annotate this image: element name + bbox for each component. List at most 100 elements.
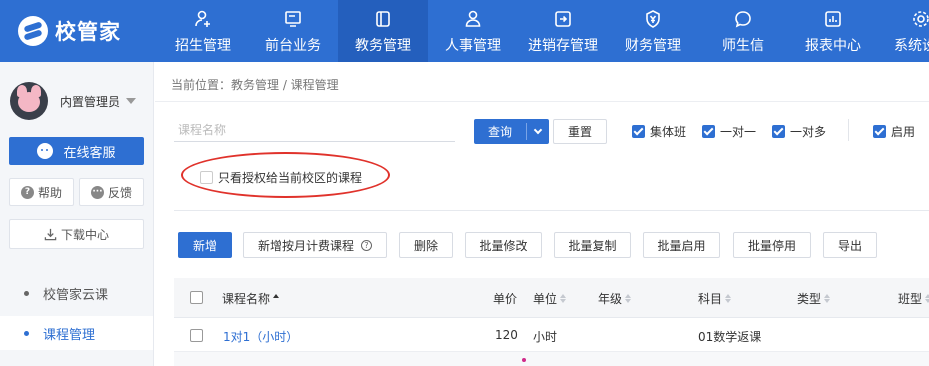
column-header-subject[interactable]: 科目 (698, 290, 732, 307)
nav-label: 进销存管理 (528, 38, 598, 54)
divider (848, 119, 849, 141)
sort-icon (925, 294, 929, 303)
download-icon (44, 228, 57, 240)
monitor-icon (282, 8, 304, 30)
chat-icon (37, 143, 54, 159)
nav-item-inventory[interactable]: 进销存管理 (518, 0, 608, 62)
reset-button[interactable]: 重置 (553, 119, 607, 144)
checkbox-checked-icon[interactable] (772, 125, 785, 138)
cell-subject: 01数学返课 (698, 330, 762, 344)
table-row: 1对1（小时） 120 小时 01数学返课 (174, 318, 929, 352)
batch-disable-button[interactable]: 批量停用 (733, 232, 811, 258)
avatar (10, 82, 48, 120)
add-monthly-course-button[interactable]: 新增按月计费课程 ? (243, 232, 387, 258)
user-menu[interactable]: 内置管理员 (10, 82, 137, 120)
nav-item-front-desk[interactable]: 前台业务 (248, 0, 338, 62)
batch-enable-button[interactable]: 批量启用 (643, 232, 720, 258)
app-logo[interactable]: 校管家 (18, 16, 121, 46)
box-arrow-icon (552, 8, 574, 30)
cell-unit: 小时 (533, 330, 558, 344)
batch-edit-button[interactable]: 批量修改 (465, 232, 542, 258)
sort-icon (560, 294, 567, 303)
logo-mark-icon (18, 16, 48, 46)
column-header-name[interactable]: 课程名称 (222, 290, 280, 307)
user-name: 内置管理员 (60, 94, 121, 109)
person-plus-icon (192, 8, 214, 30)
nav-item-messaging[interactable]: 师生信 (698, 0, 788, 62)
sidebar-item-label: 校管家云课 (43, 287, 109, 303)
nav-item-hr[interactable]: 人事管理 (428, 0, 518, 62)
course-name-link[interactable]: 1对1（小时） (223, 328, 298, 345)
column-header-unit[interactable]: 单位 (533, 290, 567, 307)
checkbox-enabled[interactable]: 启用 (873, 123, 915, 140)
breadcrumb: 当前位置：教务管理 / 课程管理 (171, 78, 339, 92)
checkbox-label: 启用 (891, 125, 916, 139)
sidebar: 内置管理员 在线客服 ? 帮助 ··· 反馈 下载中心 校管家云课 课程管理 (0, 62, 154, 366)
table-header: 课程名称 单价 单位 年级 科目 类型 班型 (174, 278, 929, 318)
sort-icon (625, 294, 632, 303)
sort-icon (725, 294, 732, 303)
book-icon (372, 8, 394, 30)
download-center-button[interactable]: 下载中心 (9, 219, 144, 249)
row-checkbox[interactable] (190, 329, 203, 342)
column-header-class-type[interactable]: 班型 (898, 290, 929, 307)
top-nav: 校管家 招生管理 前台业务 教务管理 人事管理 进销存管理 财务管理 师生信 报… (0, 0, 929, 62)
checkbox-group-class[interactable]: 集体班 (632, 123, 686, 140)
help-label: 帮助 (37, 185, 62, 200)
column-header-grade[interactable]: 年级 (598, 290, 632, 307)
bullet-icon (24, 330, 29, 336)
annotation-ellipse (181, 152, 390, 198)
download-center-label: 下载中心 (60, 227, 109, 242)
query-button[interactable]: 查询 (474, 119, 549, 144)
person-icon (462, 8, 484, 30)
yen-shield-icon (642, 8, 664, 30)
nav-item-enrollment[interactable]: 招生管理 (158, 0, 248, 62)
nav-label: 招生管理 (175, 38, 231, 54)
query-label: 查询 (487, 125, 512, 139)
feedback-label: 反馈 (107, 185, 132, 200)
column-header-price: 单价 (493, 292, 518, 306)
cell-price: 120 (495, 328, 518, 342)
checkbox-label: 一对一 (720, 125, 757, 139)
help-circle-icon[interactable]: ? (361, 239, 372, 251)
sort-icon (824, 294, 831, 303)
chevron-down-icon (533, 125, 543, 135)
table-row (174, 352, 929, 366)
sidebar-item-course-management[interactable]: 课程管理 (0, 316, 153, 350)
sort-icon (273, 294, 280, 303)
add-button[interactable]: 新增 (178, 232, 232, 258)
nav-item-reports[interactable]: 报表中心 (788, 0, 878, 62)
nav-label: 系统设 (894, 38, 929, 54)
feedback-button[interactable]: ··· 反馈 (79, 178, 144, 206)
column-header-type[interactable]: 类型 (797, 290, 831, 307)
breadcrumb-bar: 当前位置：教务管理 / 课程管理 (155, 62, 929, 102)
caret-down-icon (126, 98, 137, 104)
bullet-icon (24, 290, 29, 296)
nav-label: 财务管理 (625, 38, 681, 54)
help-button[interactable]: ? 帮助 (9, 178, 74, 206)
online-service-button[interactable]: 在线客服 (9, 137, 144, 165)
nav-item-academic[interactable]: 教务管理 (338, 0, 428, 62)
query-dropdown-toggle[interactable] (527, 125, 549, 135)
course-name-input[interactable] (174, 118, 455, 142)
export-button[interactable]: 导出 (823, 232, 877, 258)
batch-copy-button[interactable]: 批量复制 (554, 232, 631, 258)
checkbox-checked-icon[interactable] (873, 125, 886, 138)
section-divider (174, 210, 929, 211)
chat-bubble-icon (732, 8, 754, 30)
checkbox-label: 集体班 (650, 125, 687, 139)
delete-button[interactable]: 删除 (399, 232, 453, 258)
nav-item-finance[interactable]: 财务管理 (608, 0, 698, 62)
gear-icon (910, 8, 929, 30)
nav-label: 报表中心 (805, 38, 861, 54)
sidebar-item-cloud-course[interactable]: 校管家云课 (0, 276, 153, 310)
checkbox-checked-icon[interactable] (702, 125, 715, 138)
checkbox-one-to-many[interactable]: 一对多 (772, 123, 826, 140)
checkbox-label: 一对多 (790, 125, 827, 139)
nav-item-system[interactable]: 系统设 (878, 0, 929, 62)
checkbox-one-on-one[interactable]: 一对一 (702, 123, 756, 140)
dots-icon: ··· (90, 185, 104, 199)
select-all-checkbox[interactable] (190, 291, 203, 304)
checkbox-checked-icon[interactable] (632, 125, 645, 138)
bar-chart-icon (822, 8, 844, 30)
